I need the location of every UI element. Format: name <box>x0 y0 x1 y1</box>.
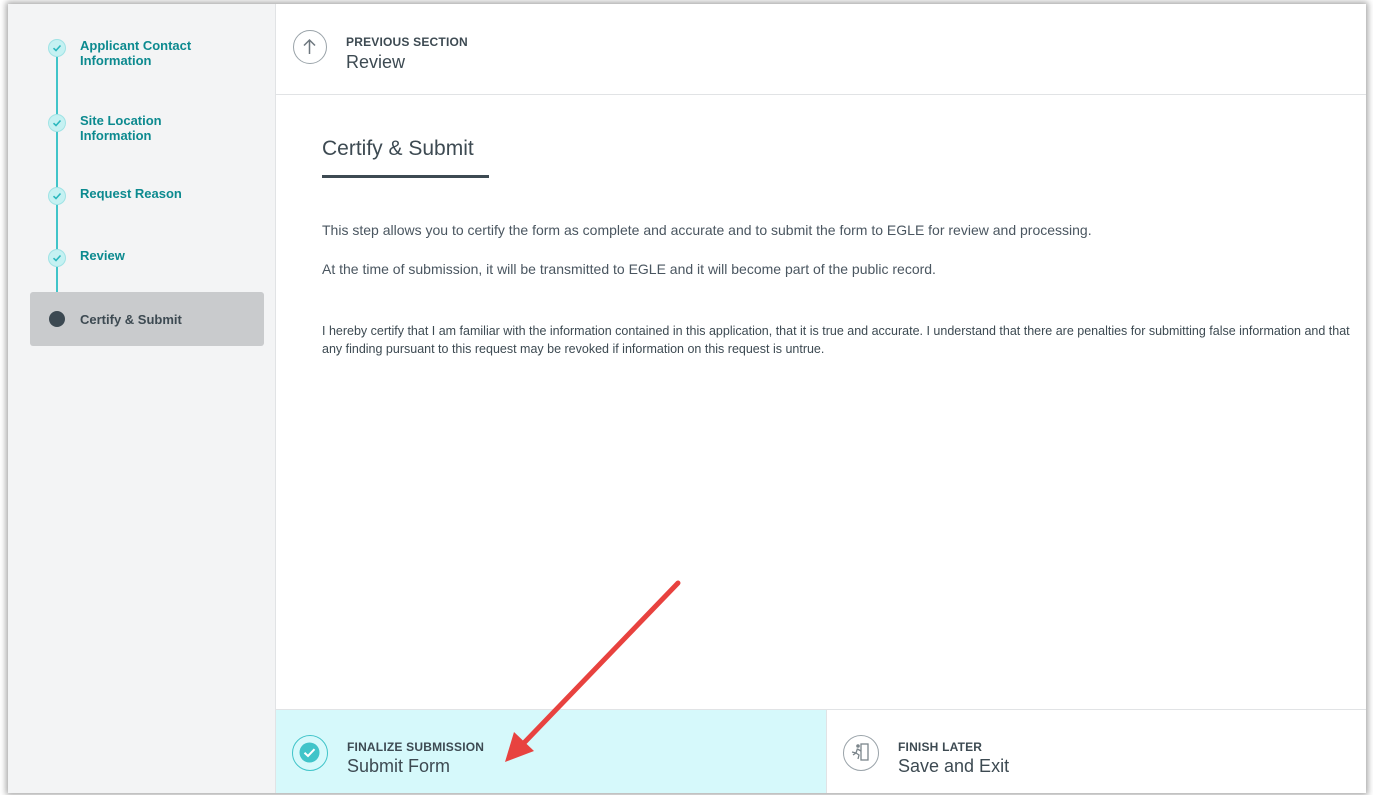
sidebar-step-request-reason[interactable]: Request Reason <box>30 172 264 226</box>
previous-section-button[interactable]: PREVIOUS SECTION Review <box>276 4 1366 95</box>
current-step-dot-icon <box>49 311 65 327</box>
public-record-paragraph: At the time of submission, it will be tr… <box>322 261 936 277</box>
step-sidebar: Applicant Contact Information Site Locat… <box>8 4 276 793</box>
check-circle-icon <box>48 187 66 205</box>
sidebar-step-review[interactable]: Review <box>30 234 264 288</box>
check-circle-icon <box>48 114 66 132</box>
save-and-exit-button[interactable]: FINISH LATER Save and Exit <box>827 710 1366 793</box>
check-circle-icon <box>48 39 66 57</box>
page-title: Certify & Submit <box>322 137 474 160</box>
title-underline <box>322 175 489 178</box>
sidebar-step-label: Site Location Information <box>80 113 162 143</box>
app-window: Applicant Contact Information Site Locat… <box>8 4 1366 793</box>
checkmark-icon <box>292 735 328 771</box>
arrow-up-icon <box>293 30 327 64</box>
main-content: Certify & Submit This step allows you to… <box>276 95 1366 707</box>
sidebar-step-site-location[interactable]: Site Location Information <box>30 99 264 153</box>
finish-later-caption: FINISH LATER <box>898 740 983 754</box>
sidebar-step-label: Review <box>80 248 125 263</box>
sidebar-step-certify-submit[interactable]: Certify & Submit <box>30 292 264 346</box>
previous-section-label: Review <box>346 52 406 72</box>
sidebar-step-label: Certify & Submit <box>80 312 182 327</box>
sidebar-step-label: Request Reason <box>80 186 182 201</box>
exit-run-icon <box>843 735 879 771</box>
submit-form-button[interactable]: FINALIZE SUBMISSION Submit Form <box>276 710 827 793</box>
finalize-caption: FINALIZE SUBMISSION <box>347 740 485 754</box>
save-and-exit-label: Save and Exit <box>898 756 1010 776</box>
footer-actions: FINALIZE SUBMISSION Submit Form FINISH L… <box>276 709 1366 793</box>
submit-form-label: Submit Form <box>347 756 451 776</box>
sidebar-step-label: Applicant Contact Information <box>80 38 192 68</box>
sidebar-step-applicant-contact[interactable]: Applicant Contact Information <box>30 24 264 78</box>
intro-paragraph: This step allows you to certify the form… <box>322 222 1092 238</box>
check-circle-icon <box>48 249 66 267</box>
previous-section-caption: PREVIOUS SECTION <box>346 35 468 49</box>
certification-statement: I hereby certify that I am familiar with… <box>322 324 1350 356</box>
